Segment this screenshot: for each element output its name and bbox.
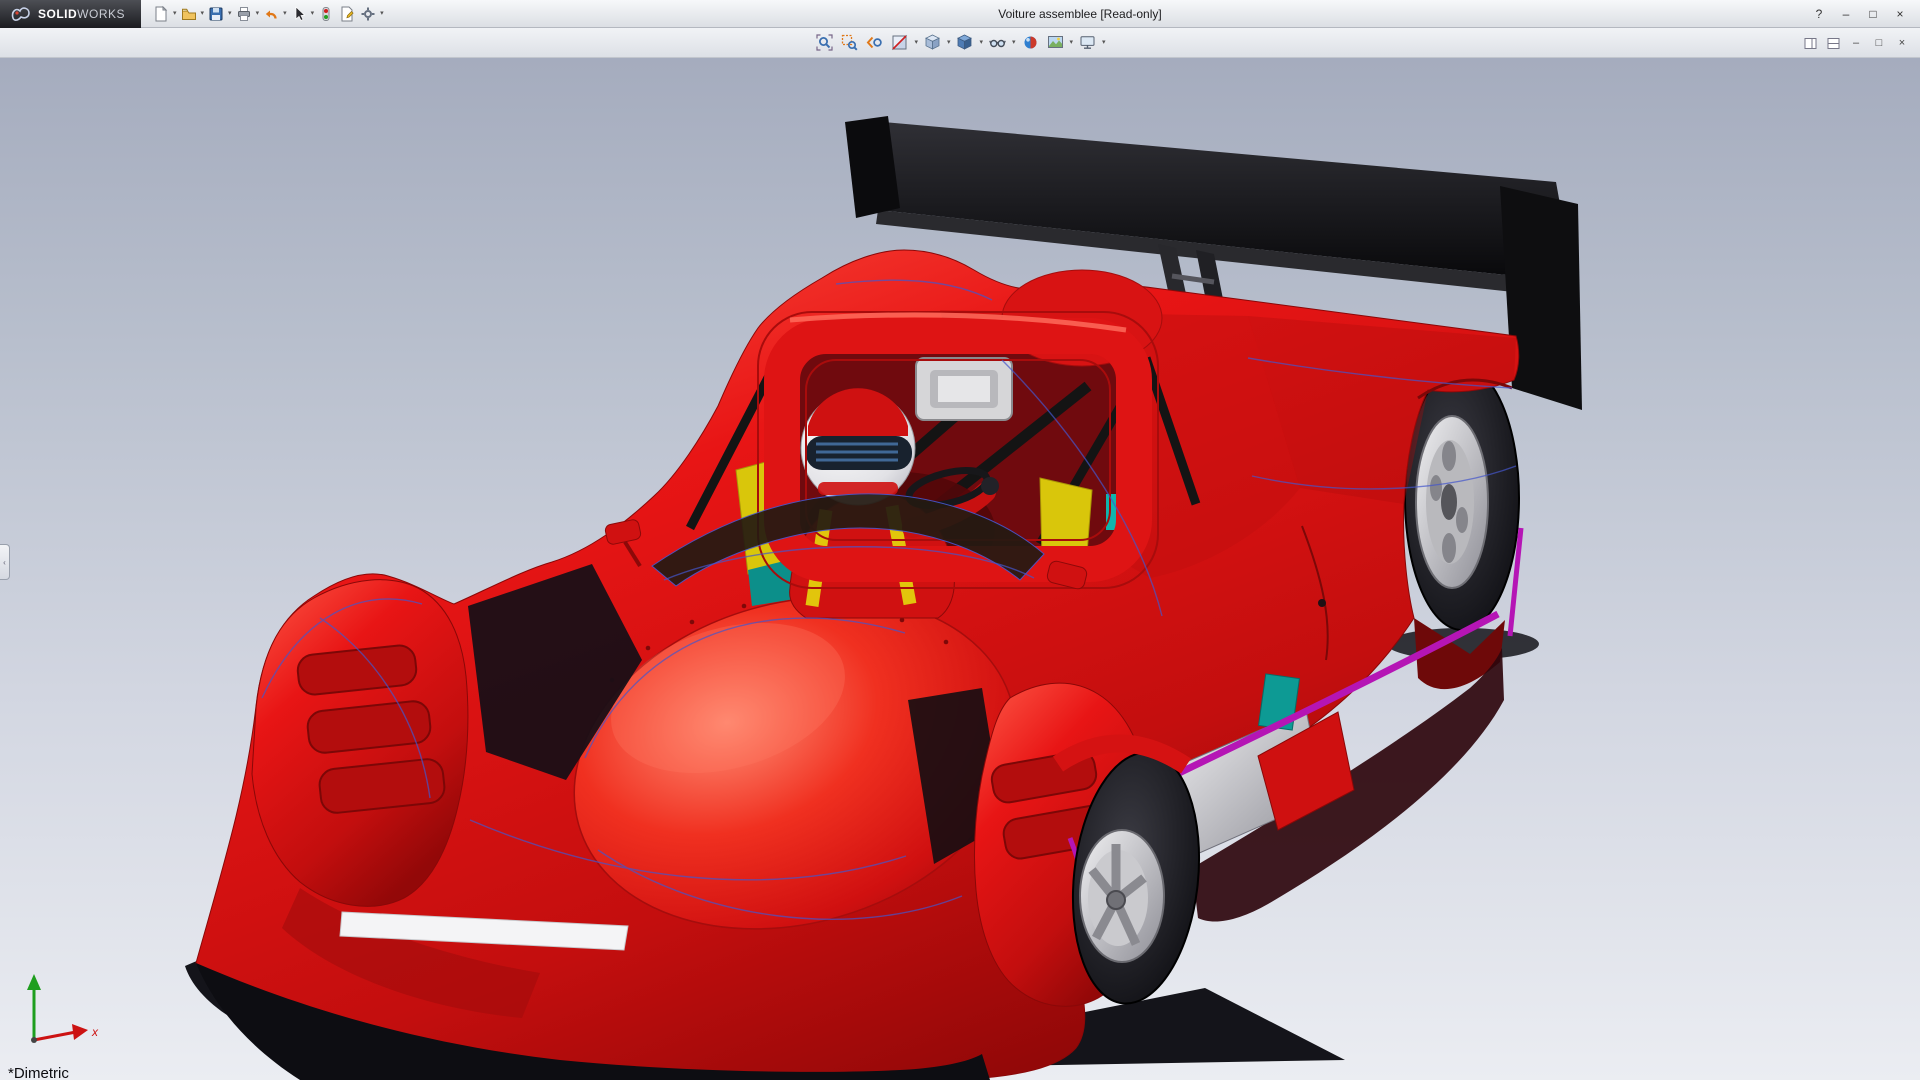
open-button[interactable] <box>179 2 199 26</box>
left-front-fender[interactable] <box>252 580 468 907</box>
select-cursor-icon <box>291 6 307 22</box>
rebuild-button[interactable] <box>316 2 336 26</box>
display-pane-button[interactable] <box>1800 34 1820 52</box>
select-dropdown-caret[interactable]: ▾ <box>310 10 316 17</box>
open-dropdown-caret[interactable]: ▾ <box>200 10 206 17</box>
apply-scene-icon <box>1047 34 1064 51</box>
solidworks-logo: SOLIDWORKS <box>0 0 141 28</box>
zoom-to-area-button[interactable] <box>838 31 861 55</box>
save-icon <box>208 6 224 22</box>
appearance-sphere-icon <box>1022 34 1039 51</box>
print-icon <box>236 6 252 22</box>
save-button[interactable] <box>206 2 226 26</box>
new-document-icon <box>153 6 169 22</box>
section-view-icon <box>891 34 908 51</box>
undo-button[interactable] <box>261 2 281 26</box>
display-style-button[interactable] <box>953 31 976 55</box>
file-properties-icon <box>339 6 355 22</box>
view-orientation-dropdown-caret[interactable]: ▾ <box>946 39 952 46</box>
section-view-button[interactable] <box>888 31 911 55</box>
intake-box[interactable] <box>916 358 1012 420</box>
display-style-icon <box>956 34 973 51</box>
new-document-button[interactable] <box>151 2 171 26</box>
feature-pane-collapse-tab[interactable]: ‹ <box>0 544 10 580</box>
display-pane-icon <box>1804 37 1817 50</box>
rebuild-icon <box>318 6 334 22</box>
print-button[interactable] <box>234 2 254 26</box>
hide-show-glasses-icon <box>989 34 1006 51</box>
window-controls: ? – □ × <box>1807 4 1920 23</box>
doc-close-button[interactable]: × <box>1892 34 1912 52</box>
view-orientation-button[interactable] <box>921 31 944 55</box>
hide-show-items-button[interactable] <box>986 31 1009 55</box>
brand-text: SOLIDWORKS <box>38 7 125 21</box>
minimize-button[interactable]: – <box>1834 4 1858 23</box>
print-dropdown-caret[interactable]: ▾ <box>255 10 261 17</box>
view-settings-button[interactable] <box>1076 31 1099 55</box>
open-icon <box>181 6 197 22</box>
collapse-arrow-icon: ‹ <box>3 558 6 567</box>
orientation-triad: x <box>12 970 104 1056</box>
new-document-dropdown-caret[interactable]: ▾ <box>172 10 178 17</box>
options-button[interactable] <box>358 2 378 26</box>
undo-icon <box>263 6 279 22</box>
apply-scene-button[interactable] <box>1044 31 1067 55</box>
select-button[interactable] <box>289 2 309 26</box>
x-axis <box>34 1032 76 1040</box>
edit-appearance-button[interactable] <box>1019 31 1042 55</box>
view-tools-group: ▾ ▾ ▾ ▾ <box>813 31 1106 55</box>
help-button[interactable]: ? <box>1807 4 1831 23</box>
document-window-controls: – □ × <box>1800 28 1912 58</box>
zoom-to-area-icon <box>841 34 858 51</box>
options-gear-icon <box>360 6 376 22</box>
graphics-viewport[interactable]: x *Dimetric ‹ <box>0 58 1920 1080</box>
title-bar: SOLIDWORKS ▾ ▾ ▾ <box>0 0 1920 28</box>
triad-origin <box>31 1037 37 1043</box>
previous-view-button[interactable] <box>863 31 886 55</box>
view-settings-dropdown-caret[interactable]: ▾ <box>1101 39 1107 46</box>
save-dropdown-caret[interactable]: ▾ <box>227 10 233 17</box>
undo-dropdown-caret[interactable]: ▾ <box>282 10 288 17</box>
zoom-to-fit-icon <box>816 34 833 51</box>
compare-pane-icon <box>1827 37 1840 50</box>
hide-show-items-dropdown-caret[interactable]: ▾ <box>1011 39 1017 46</box>
section-view-dropdown-caret[interactable]: ▾ <box>913 39 919 46</box>
options-dropdown-caret[interactable]: ▾ <box>379 10 385 17</box>
menu-bar-toolbar: ▾ ▾ ▾ ▾ <box>141 2 385 26</box>
x-axis-label: x <box>91 1025 99 1039</box>
brand-bold: SOLID <box>38 7 77 21</box>
maximize-button[interactable]: □ <box>1861 4 1885 23</box>
close-button[interactable]: × <box>1888 4 1912 23</box>
heads-up-view-toolbar: ▾ ▾ ▾ ▾ <box>0 28 1920 58</box>
view-orientation-cube-icon <box>924 34 941 51</box>
brand-light: WORKS <box>77 7 125 21</box>
compare-pane-button[interactable] <box>1823 34 1843 52</box>
file-properties-button[interactable] <box>337 2 357 26</box>
y-axis-arrowhead <box>27 974 41 990</box>
view-settings-monitor-icon <box>1079 34 1096 51</box>
x-axis-arrowhead <box>72 1024 88 1040</box>
view-orientation-label: *Dimetric <box>8 1065 69 1080</box>
race-car-model[interactable] <box>0 58 1920 1080</box>
zoom-to-fit-button[interactable] <box>813 31 836 55</box>
display-style-dropdown-caret[interactable]: ▾ <box>978 39 984 46</box>
previous-view-icon <box>866 34 883 51</box>
doc-minimize-button[interactable]: – <box>1846 34 1866 52</box>
apply-scene-dropdown-caret[interactable]: ▾ <box>1069 39 1075 46</box>
3ds-logo-icon <box>10 5 32 23</box>
document-title: Voiture assemblee [Read-only] <box>380 7 1780 21</box>
doc-restore-button[interactable]: □ <box>1869 34 1889 52</box>
